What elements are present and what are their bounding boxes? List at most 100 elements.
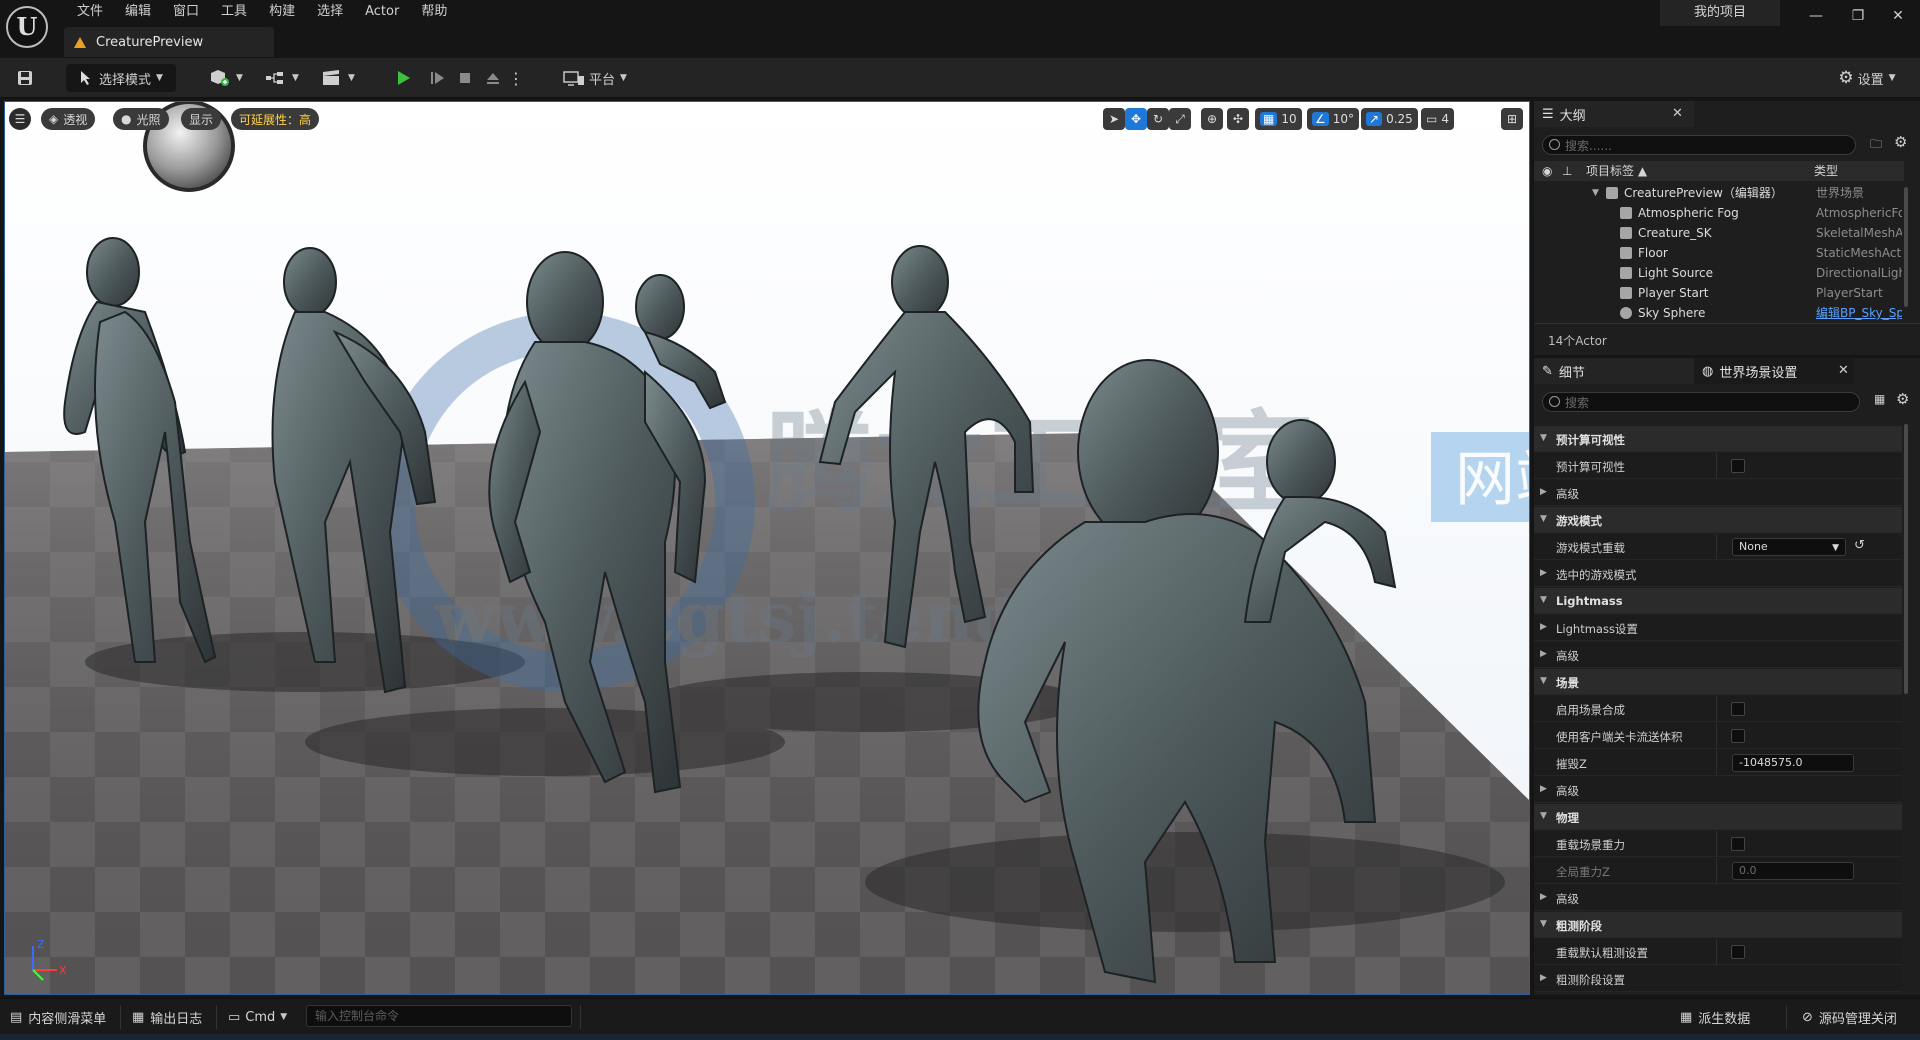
source-control-button[interactable]: ⊘ 源码管理关闭 [1802,999,1897,1035]
collapse-icon[interactable]: ▼ [1540,595,1547,605]
menu-build[interactable]: 构建 [258,2,306,22]
expand-icon[interactable]: ▶ [1540,568,1547,578]
expand-icon[interactable]: ▶ [1540,622,1547,632]
select-tool-icon[interactable]: ➤ [1103,108,1125,130]
property-number-field[interactable]: 0.0 [1732,862,1854,880]
cinematics-button[interactable]: ▼ [318,64,358,92]
collapse-icon[interactable]: ▼ [1540,514,1547,524]
close-icon[interactable]: ✕ [1672,106,1683,121]
outliner-scrollbar[interactable] [1904,187,1908,307]
property-row[interactable]: ▶ 高级 [1534,777,1902,803]
close-window-button[interactable]: ✕ [1880,4,1916,28]
details-tab[interactable]: ✎ 细节 [1534,358,1694,384]
output-log-button[interactable]: ▦ 输出日志 [132,999,202,1035]
rotate-tool-icon[interactable]: ↻ [1147,108,1169,130]
add-content-button[interactable]: ▼ [206,64,246,92]
menu-actor[interactable]: Actor [354,2,410,22]
tree-row[interactable]: Player Start PlayerStart [1534,283,1904,303]
scale-tool-icon[interactable]: ⤢ [1169,108,1191,130]
translate-tool-icon[interactable]: ✥ [1125,108,1147,130]
property-row[interactable]: ▶ 粗测阶段设置 [1534,966,1902,992]
save-button[interactable] [12,64,38,92]
details-scrollbar[interactable] [1904,424,1908,694]
property-category[interactable]: ▼ 游戏模式 [1534,507,1902,533]
settings-dropdown[interactable]: ⚙ 设置 ▼ [1832,64,1902,92]
my-project-button[interactable]: 我的项目 [1660,0,1780,26]
select-mode-dropdown[interactable]: 选择模式 ▼ [66,64,176,92]
perspective-button[interactable]: ◈ 透视 [41,108,96,130]
game-mode-dropdown[interactable]: None ▼ [1732,538,1846,556]
show-button[interactable]: 显示 [181,108,222,130]
property-category[interactable]: ▼ 物理 [1534,804,1902,830]
property-category[interactable]: ▼ 场景 [1534,669,1902,695]
maximize-viewport-icon[interactable]: ⊞ [1501,108,1523,130]
world-settings-tab[interactable]: ◍ 世界场景设置 [1694,358,1854,384]
pin-icon[interactable]: ⊥ [1562,161,1572,181]
play-button[interactable] [390,64,416,92]
content-drawer-button[interactable]: ▤ 内容侧滑菜单 [10,999,106,1035]
property-row[interactable]: ▶ 选中的游戏模式 [1534,561,1902,587]
tree-row[interactable]: Floor StaticMeshActor [1534,243,1904,263]
expand-icon[interactable]: ▶ [1540,892,1547,902]
menu-window[interactable]: 窗口 [162,2,210,22]
eject-button[interactable] [480,64,506,92]
property-checkbox[interactable] [1731,702,1745,716]
col-type[interactable]: 类型 [1814,161,1838,181]
menu-tools[interactable]: 工具 [210,2,258,22]
world-space-icon[interactable]: ⊕ [1201,108,1223,130]
derived-data-button[interactable]: ▦ 派生数据 [1680,999,1750,1035]
menu-help[interactable]: 帮助 [410,2,458,22]
property-row[interactable]: 使用客户端关卡流送体积 [1534,723,1902,749]
edit-blueprint-link[interactable]: 编辑BP_Sky_Sphere [1816,303,1902,323]
collapse-icon[interactable]: ▼ [1540,433,1547,443]
expand-icon[interactable]: ▶ [1540,487,1547,497]
property-checkbox[interactable] [1731,729,1745,743]
collapse-icon[interactable]: ▼ [1540,676,1547,686]
expand-icon[interactable]: ▶ [1540,973,1547,983]
surface-snap-icon[interactable]: ✣ [1227,108,1249,130]
menu-select[interactable]: 选择 [306,2,354,22]
property-checkbox[interactable] [1731,837,1745,851]
property-category[interactable]: ▼ 预计算可视性 [1534,426,1902,452]
details-search-input[interactable]: 搜索 [1542,392,1860,412]
expand-icon[interactable]: ▼ [1592,183,1599,203]
viewport-options-button[interactable]: ☰ [9,108,31,130]
collapse-icon[interactable]: ▼ [1540,919,1547,929]
property-row[interactable]: ▶ Lightmass设置 [1534,615,1902,641]
property-row[interactable]: 全局重力Z 0.0 [1534,858,1902,884]
property-category[interactable]: ▼ Lightmass [1534,588,1902,614]
unreal-logo-icon[interactable]: U [6,6,48,48]
property-row[interactable]: ▶ 高级 [1534,480,1902,506]
rotation-snap-button[interactable]: ∠ 10° [1307,108,1360,130]
property-row[interactable]: 重载默认粗测设置 [1534,939,1902,965]
level-document-tab[interactable]: CreaturePreview [64,27,274,57]
minimize-button[interactable]: — [1798,4,1834,28]
gear-icon[interactable]: ⚙ [1894,133,1907,151]
tree-row[interactable]: Light Source DirectionalLight [1534,263,1904,283]
reset-icon[interactable]: ↺ [1854,538,1865,553]
scale-snap-button[interactable]: ↗ 0.25 [1361,108,1418,130]
outliner-search-input[interactable]: 搜索...... [1542,135,1856,155]
property-category[interactable]: ▼ 粗测阶段 [1534,912,1902,938]
property-row[interactable]: 预计算可视性 [1534,453,1902,479]
advance-frame-button[interactable] [424,64,450,92]
menu-edit[interactable]: 编辑 [114,2,162,22]
outliner-tab[interactable]: ☰ 大纲 [1534,101,1694,127]
restore-button[interactable]: ❐ [1840,4,1876,28]
table-view-icon[interactable]: ▦ [1874,392,1885,406]
camera-speed-button[interactable]: ▭ 4 [1421,108,1454,130]
stop-button[interactable] [452,64,478,92]
blueprint-button[interactable]: ▼ [262,64,302,92]
expand-icon[interactable]: ▶ [1540,649,1547,659]
tree-row[interactable]: Atmospheric Fog AtmosphericFog [1534,203,1904,223]
lighting-button[interactable]: ● 光照 [113,108,169,130]
gear-icon[interactable]: ⚙ [1896,390,1909,408]
level-viewport[interactable]: 腾龙工作室 网站 www.cgtsj.tendio.com [4,101,1530,995]
tree-row[interactable]: Sky Sphere 编辑BP_Sky_Sphere [1534,303,1904,323]
menu-file[interactable]: 文件 [66,2,114,22]
property-row[interactable]: 重载场景重力 [1534,831,1902,857]
console-command-input[interactable]: 输入控制台命令 [306,1005,572,1027]
property-row[interactable]: 摧毁Z -1048575.0 [1534,750,1902,776]
cmd-dropdown[interactable]: ▭ Cmd ▼ [228,999,287,1035]
property-row[interactable]: 游戏模式重载 None ▼ ↺ [1534,534,1902,560]
